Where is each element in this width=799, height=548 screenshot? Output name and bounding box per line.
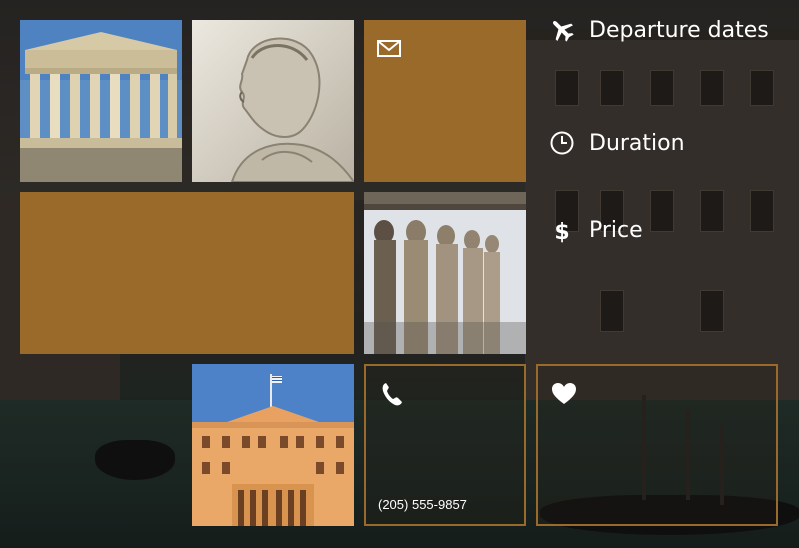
menu-item-label: Price (589, 217, 643, 243)
caryatids-photo-tile[interactable] (364, 192, 526, 354)
parliament-image (192, 364, 354, 526)
heart-icon (552, 383, 576, 404)
dollar-icon: $ (549, 217, 575, 243)
menu-item-label: Departure dates (589, 17, 769, 43)
mail-icon (377, 40, 401, 57)
favorite-tile[interactable] (536, 364, 778, 526)
svg-text:$: $ (554, 220, 569, 243)
airplane-icon (549, 17, 575, 43)
menu-item-price[interactable]: $ Price (549, 214, 643, 246)
mail-tile[interactable] (364, 20, 526, 182)
clock-icon (549, 130, 575, 156)
phone-number: (205) 555-9857 (378, 497, 467, 512)
menu-item-duration[interactable]: Duration (549, 127, 685, 159)
parliament-photo-tile[interactable] (192, 364, 354, 526)
menu-item-departure-dates[interactable]: Departure dates (549, 14, 769, 46)
menu-item-label: Duration (589, 130, 685, 156)
featured-tile[interactable] (20, 192, 354, 354)
caryatids-image (364, 192, 526, 354)
phone-tile[interactable]: (205) 555-9857 (364, 364, 526, 526)
relief-sculpture-photo-tile[interactable] (192, 20, 354, 182)
parthenon-image (20, 20, 182, 182)
relief-sculpture-image (192, 20, 354, 182)
parthenon-photo-tile[interactable] (20, 20, 182, 182)
phone-icon (382, 383, 402, 406)
